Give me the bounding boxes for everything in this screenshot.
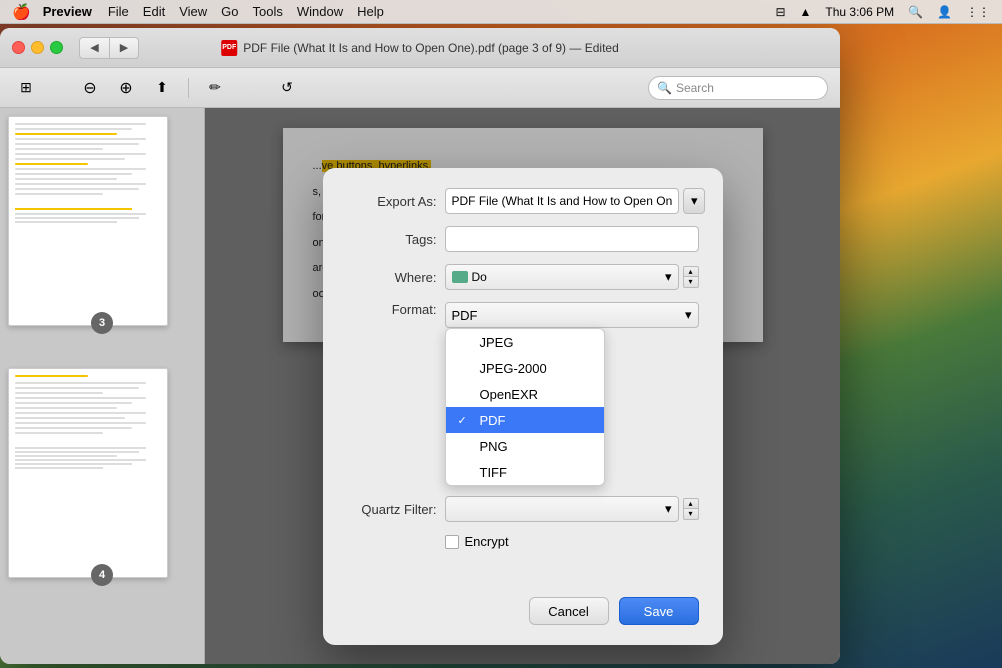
search-icon: 🔍 — [657, 81, 672, 95]
zoom-in-button[interactable]: ⊕ — [112, 75, 140, 101]
menu-window[interactable]: Window — [297, 4, 343, 19]
format-row: Format: PDF ▾ JPEG — [347, 302, 699, 328]
format-label: Format: — [347, 302, 437, 317]
export-as-dropdown-btn[interactable]: ▾ — [683, 188, 705, 214]
export-as-wrapper: PDF File (What It Is and How to Open On … — [445, 188, 706, 214]
rotate-button[interactable]: ↺ — [273, 75, 301, 101]
check-pdf: ✓ — [458, 414, 472, 427]
quartz-wrapper: ▾ ▴ ▾ — [445, 496, 699, 522]
tags-label: Tags: — [347, 232, 437, 247]
dropdown-item-tiff[interactable]: TIFF — [446, 459, 604, 485]
toolbar-separator — [188, 78, 189, 98]
encrypt-checkbox[interactable] — [445, 535, 459, 549]
dialog-buttons: Cancel Save — [323, 585, 723, 645]
dropdown-item-jpeg[interactable]: JPEG — [446, 329, 604, 355]
doc-area: ...ve buttons, hyperlinks, s, scanned do… — [205, 108, 840, 664]
search-placeholder: Search — [676, 81, 714, 95]
tags-row: Tags: — [347, 226, 699, 252]
app-name[interactable]: Preview — [43, 4, 92, 19]
nav-forward-button[interactable]: ▶ — [109, 37, 139, 59]
dropdown-item-pdf[interactable]: ✓ PDF — [446, 407, 604, 433]
stepper-up[interactable]: ▴ — [683, 266, 699, 277]
quartz-select[interactable]: ▾ — [445, 496, 679, 522]
where-stepper: ▴ ▾ — [683, 266, 699, 288]
where-wrapper: Do ▾ ▴ ▾ — [445, 264, 699, 290]
menu-tools[interactable]: Tools — [253, 4, 283, 19]
minimize-button[interactable] — [31, 41, 44, 54]
toolbar-pages-btn[interactable]: ⊞ — [12, 75, 40, 101]
dropdown-item-jpeg2000[interactable]: JPEG-2000 — [446, 355, 604, 381]
encrypt-label: Encrypt — [465, 534, 509, 549]
titlebar: ◀ ▶ PDF PDF File (What It Is and How to … — [0, 28, 840, 68]
menu-edit[interactable]: Edit — [143, 4, 165, 19]
zoom-out-button[interactable]: ⊖ — [76, 75, 104, 101]
window-title: PDF File (What It Is and How to Open One… — [243, 41, 619, 55]
dialog-overlay: Export As: PDF File (What It Is and How … — [205, 108, 840, 664]
menu-display-icon: ⊟ — [775, 5, 785, 19]
cancel-button[interactable]: Cancel — [529, 597, 609, 625]
menu-view[interactable]: View — [179, 4, 207, 19]
markup-button[interactable]: ✏ — [201, 75, 229, 101]
toolbar-btn2[interactable] — [237, 75, 265, 101]
page-thumbnail-3[interactable] — [8, 116, 168, 326]
nav-back-button[interactable]: ◀ — [79, 37, 109, 59]
dropdown-item-openexr[interactable]: OpenEXR — [446, 381, 604, 407]
export-as-input[interactable]: PDF File (What It Is and How to Open On — [445, 188, 680, 214]
toolbar-pages-btn2[interactable] — [40, 75, 68, 101]
menu-help[interactable]: Help — [357, 4, 384, 19]
search-bar[interactable]: 🔍 Search — [648, 76, 828, 100]
tags-input[interactable] — [445, 226, 699, 252]
menu-file[interactable]: File — [108, 4, 129, 19]
thumb-wrapper-3: 3 — [8, 116, 196, 326]
encrypt-row: Encrypt — [445, 534, 699, 549]
where-row: Where: Do ▾ ▴ — [347, 264, 699, 290]
stepper-down[interactable]: ▾ — [683, 277, 699, 288]
dropdown-item-png[interactable]: PNG — [446, 433, 604, 459]
close-button[interactable] — [12, 41, 25, 54]
menu-grid-icon[interactable]: ⋮⋮ — [966, 5, 990, 19]
quartz-stepper-up[interactable]: ▴ — [683, 498, 699, 509]
format-select[interactable]: PDF ▾ — [445, 302, 699, 328]
menu-wifi-icon: ▲ — [800, 5, 812, 19]
quartz-row: Quartz Filter: ▾ ▴ ▾ — [347, 496, 699, 522]
maximize-button[interactable] — [50, 41, 63, 54]
dialog-body: Export As: PDF File (What It Is and How … — [323, 168, 723, 585]
pdf-file-icon: PDF — [221, 40, 237, 56]
format-wrapper: PDF ▾ JPEG — [445, 302, 699, 328]
menu-go[interactable]: Go — [221, 4, 238, 19]
page-nav-group: ◀ ▶ — [79, 37, 139, 59]
page-badge-3: 3 — [91, 312, 113, 334]
quartz-stepper-down[interactable]: ▾ — [683, 509, 699, 520]
share-button[interactable]: ⬆ — [148, 75, 176, 101]
toolbar: ⊞ ⊖ ⊕ ⬆ ✏ ↺ 🔍 Search — [0, 68, 840, 108]
quartz-stepper: ▴ ▾ — [683, 498, 699, 520]
titlebar-center: PDF PDF File (What It Is and How to Open… — [221, 40, 619, 56]
traffic-lights — [12, 41, 63, 54]
page-badge-4: 4 — [91, 564, 113, 586]
menu-user-icon[interactable]: 👤 — [937, 5, 952, 19]
quartz-label: Quartz Filter: — [347, 502, 437, 517]
export-dialog: Export As: PDF File (What It Is and How … — [323, 168, 723, 645]
menu-search-icon[interactable]: 🔍 — [908, 5, 923, 19]
page-thumbnail-4[interactable] — [8, 368, 168, 578]
toolbar-btn3[interactable] — [309, 75, 337, 101]
export-as-row: Export As: PDF File (What It Is and How … — [347, 188, 699, 214]
format-dropdown-menu: JPEG JPEG-2000 OpenEXR — [445, 328, 605, 486]
export-as-label: Export As: — [347, 194, 437, 209]
sidebar: 3 — [0, 108, 205, 664]
apple-menu[interactable]: 🍎 — [12, 3, 31, 21]
menu-time: Thu 3:06 PM — [825, 5, 894, 19]
save-button[interactable]: Save — [619, 597, 699, 625]
menubar: 🍎 Preview File Edit View Go Tools Window… — [0, 0, 1002, 24]
where-label: Where: — [347, 270, 437, 285]
app-window: ◀ ▶ PDF PDF File (What It Is and How to … — [0, 28, 840, 664]
main-content: 3 — [0, 108, 840, 664]
menubar-right: ⊟ ▲ Thu 3:06 PM 🔍 👤 ⋮⋮ — [775, 5, 990, 19]
thumb-wrapper-4: 4 — [8, 368, 196, 578]
where-select[interactable]: Do ▾ — [445, 264, 679, 290]
